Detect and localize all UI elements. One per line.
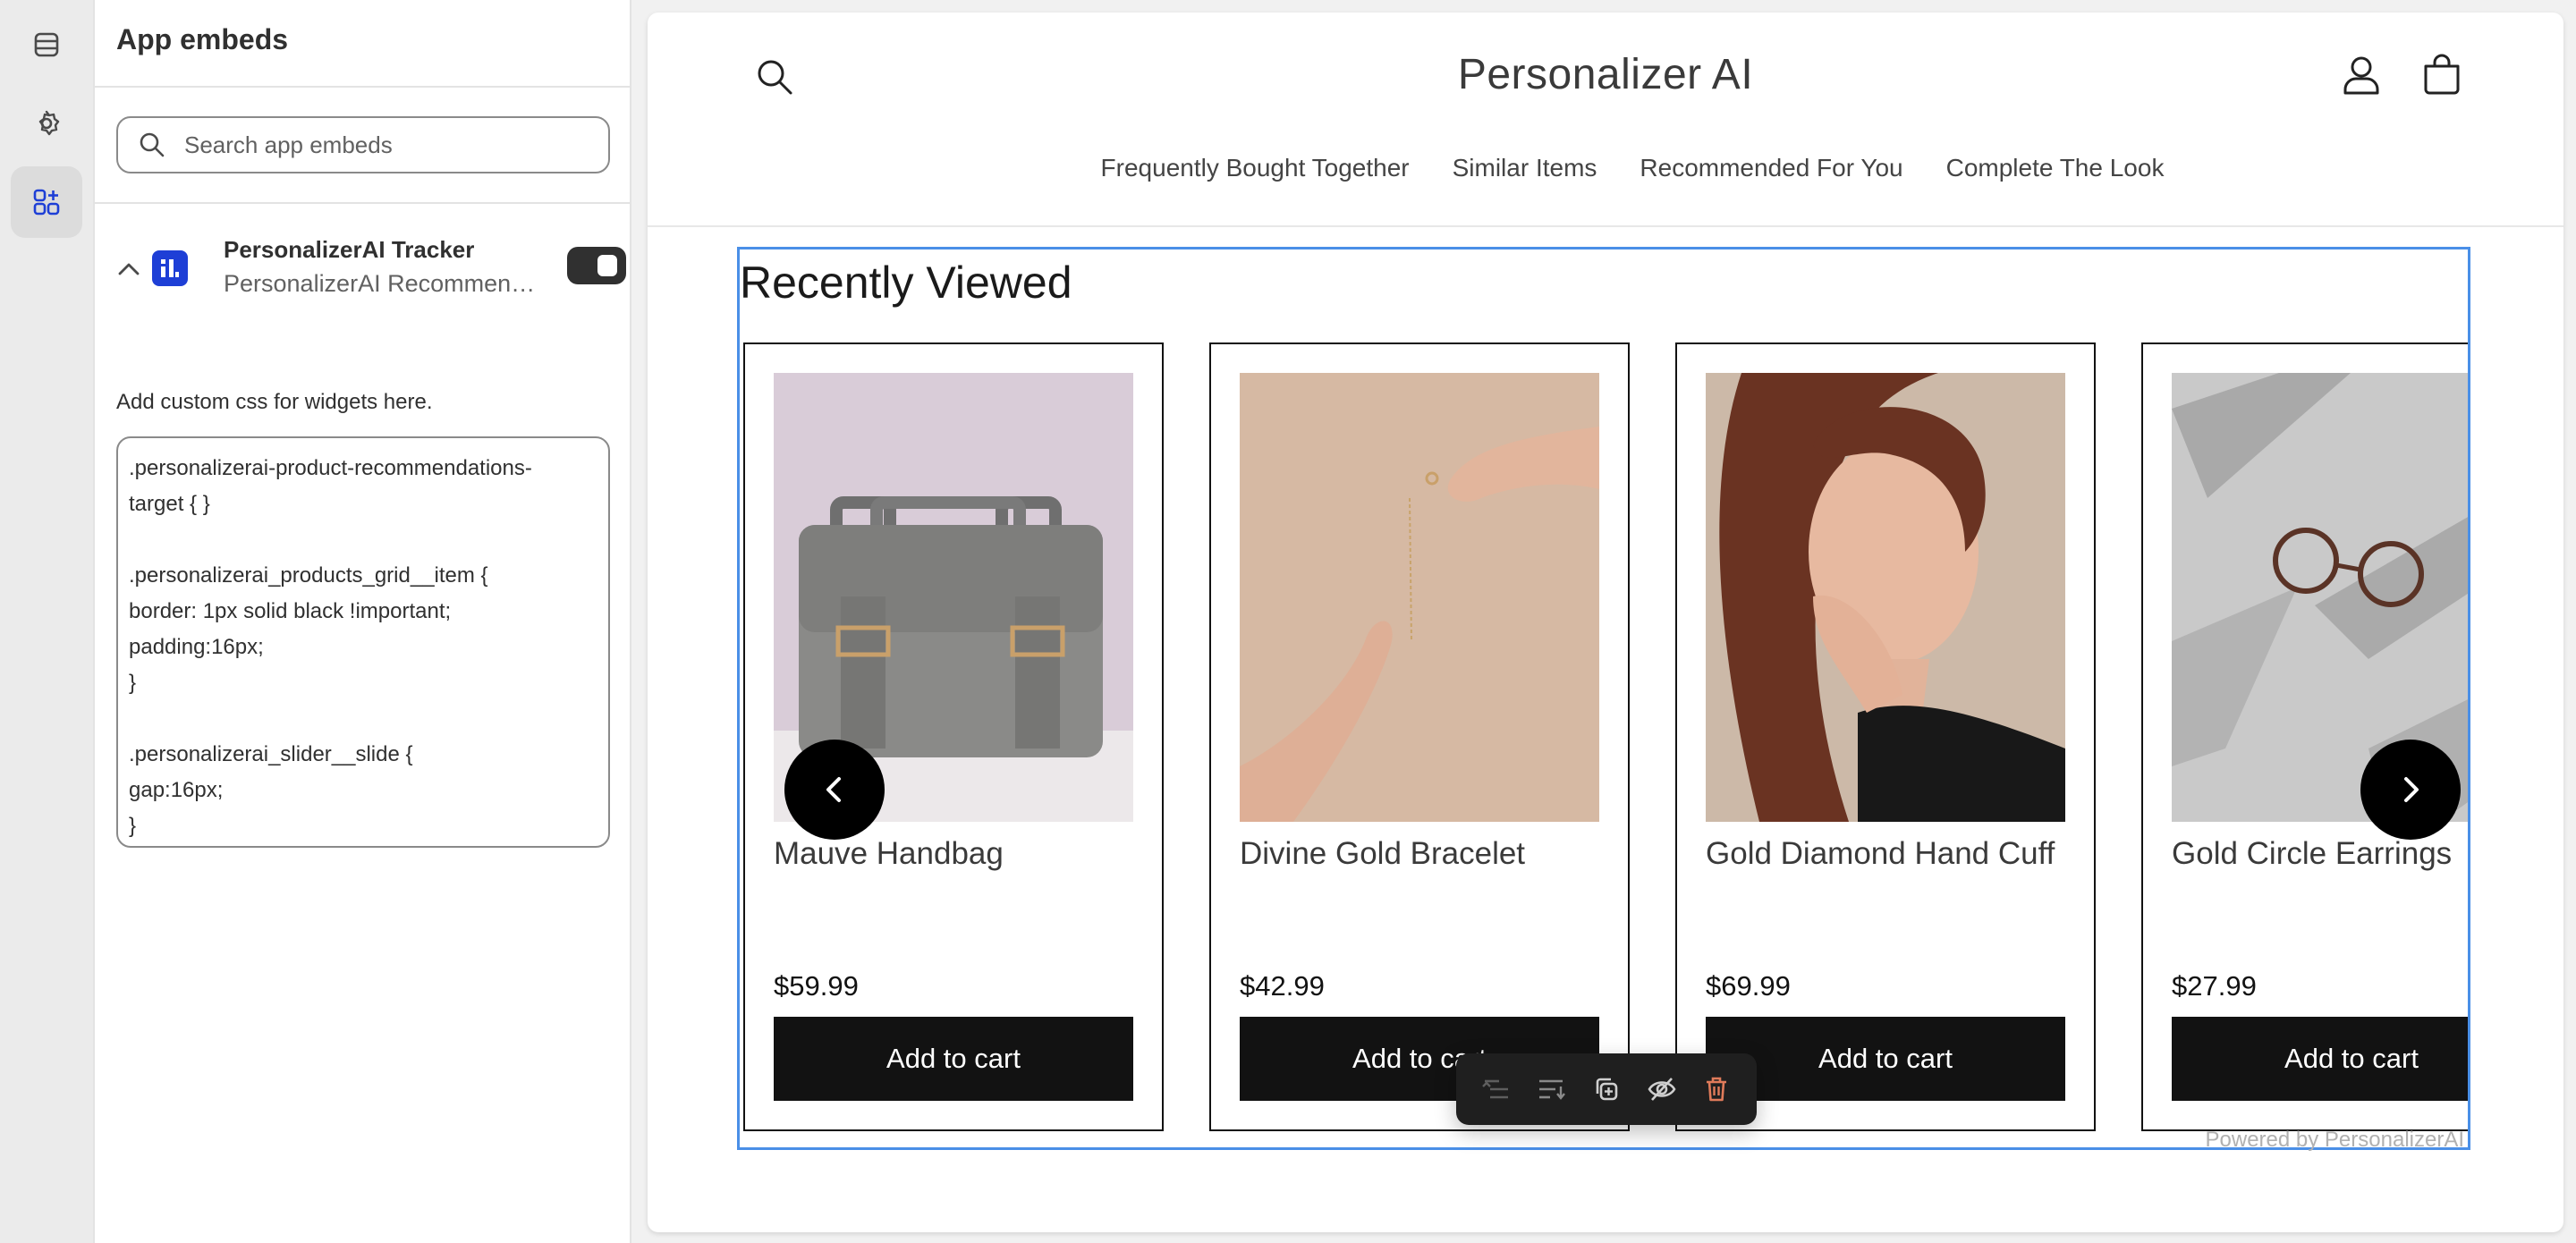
chevron-left-icon	[826, 777, 841, 802]
app-embeds-rail-button[interactable]	[11, 166, 82, 238]
divider	[95, 86, 631, 88]
delete-button[interactable]	[1697, 1070, 1736, 1109]
section-toolbar	[1456, 1053, 1757, 1125]
cart-icon[interactable]	[2419, 52, 2465, 98]
move-up-button[interactable]	[1477, 1070, 1516, 1109]
app-embeds-panel: App embeds PersonalizerAI Tracker Person…	[95, 0, 631, 1243]
store-header: Personalizer AI Frequently Bought Togeth…	[648, 13, 2563, 227]
settings-rail-button[interactable]	[11, 88, 82, 159]
add-to-cart-button[interactable]: Add to cart	[1706, 1017, 2065, 1101]
store-name[interactable]: Personalizer AI	[648, 50, 2563, 99]
slider-prev-button[interactable]	[784, 740, 885, 840]
embed-row: PersonalizerAI Tracker PersonalizerAI Re…	[116, 234, 626, 306]
move-down-button[interactable]	[1531, 1070, 1571, 1109]
product-image-bracelet[interactable]	[1240, 373, 1599, 822]
embed-name: PersonalizerAI Tracker	[224, 236, 475, 263]
product-card[interactable]: Gold Diamond Hand Cuff $69.99 Add to car…	[1675, 342, 2096, 1131]
section-title: Recently Viewed	[740, 258, 1072, 308]
chevron-up-icon[interactable]	[116, 259, 141, 277]
add-to-cart-button[interactable]: Add to cart	[774, 1017, 1133, 1101]
gear-icon	[38, 110, 60, 136]
embed-toggle[interactable]	[567, 247, 626, 284]
embed-subtitle: PersonalizerAI Recommendations	[224, 270, 546, 297]
app-embeds-icon	[33, 189, 60, 216]
custom-css-label: Add custom css for widgets here.	[116, 390, 433, 414]
panel-title: App embeds	[116, 23, 289, 55]
divider	[95, 202, 631, 204]
product-price: $27.99	[2172, 970, 2257, 1002]
nav-complete-the-look[interactable]: Complete The Look	[1946, 154, 2165, 182]
nav-recommended-for-you[interactable]: Recommended For You	[1640, 154, 1902, 182]
product-card[interactable]: Mauve Handbag $59.99 Add to cart	[743, 342, 1164, 1131]
store-nav: Frequently Bought Together Similar Items…	[648, 154, 2563, 182]
search-box[interactable]	[116, 116, 610, 173]
product-image-hand-cuff[interactable]	[1706, 373, 2065, 822]
product-price: $69.99	[1706, 970, 1791, 1002]
add-to-cart-button[interactable]: Add to cart	[2172, 1017, 2468, 1101]
chevron-right-icon	[2404, 777, 2419, 802]
nav-similar-items[interactable]: Similar Items	[1453, 154, 1597, 182]
personalizerai-logo	[152, 250, 188, 286]
move-up-icon	[1481, 1079, 1508, 1099]
powered-by-label: Powered by PersonalizerAI	[2205, 1128, 2464, 1152]
product-title[interactable]: Divine Gold Bracelet	[1240, 836, 1606, 872]
product-title[interactable]: Mauve Handbag	[774, 836, 1140, 872]
product-price: $59.99	[774, 970, 859, 1002]
toggle-knob	[597, 255, 617, 276]
slider-next-button[interactable]	[2360, 740, 2461, 840]
duplicate-icon	[1596, 1078, 1618, 1101]
account-icon[interactable]	[2338, 52, 2385, 98]
delete-icon	[1707, 1077, 1727, 1102]
store-preview: Personalizer AI Frequently Bought Togeth…	[648, 13, 2563, 1232]
product-card[interactable]: Divine Gold Bracelet $42.99 Add to cart	[1209, 342, 1630, 1131]
move-down-icon	[1539, 1079, 1566, 1100]
product-title[interactable]: Gold Diamond Hand Cuff	[1706, 836, 2072, 872]
product-price: $42.99	[1240, 970, 1325, 1002]
duplicate-button[interactable]	[1587, 1070, 1626, 1109]
search-icon	[140, 132, 165, 157]
sections-icon	[34, 32, 59, 57]
search-input[interactable]	[184, 131, 578, 159]
hide-icon	[1648, 1078, 1676, 1101]
sections-rail-button[interactable]	[11, 9, 82, 80]
recently-viewed-section[interactable]: Recently Viewed Mauve Handbag $59.99 Add…	[737, 247, 2470, 1152]
product-slider: Mauve Handbag $59.99 Add to cart Divine …	[740, 342, 2468, 1131]
nav-frequently-bought-together[interactable]: Frequently Bought Together	[1101, 154, 1410, 182]
icon-rail	[0, 0, 95, 1243]
product-card[interactable]: Gold Circle Earrings $27.99 Add to cart	[2141, 342, 2468, 1131]
custom-css-textarea[interactable]: .personalizerai-product-recommendations-…	[116, 436, 610, 848]
hide-button[interactable]	[1642, 1070, 1682, 1109]
product-title[interactable]: Gold Circle Earrings	[2172, 836, 2468, 872]
